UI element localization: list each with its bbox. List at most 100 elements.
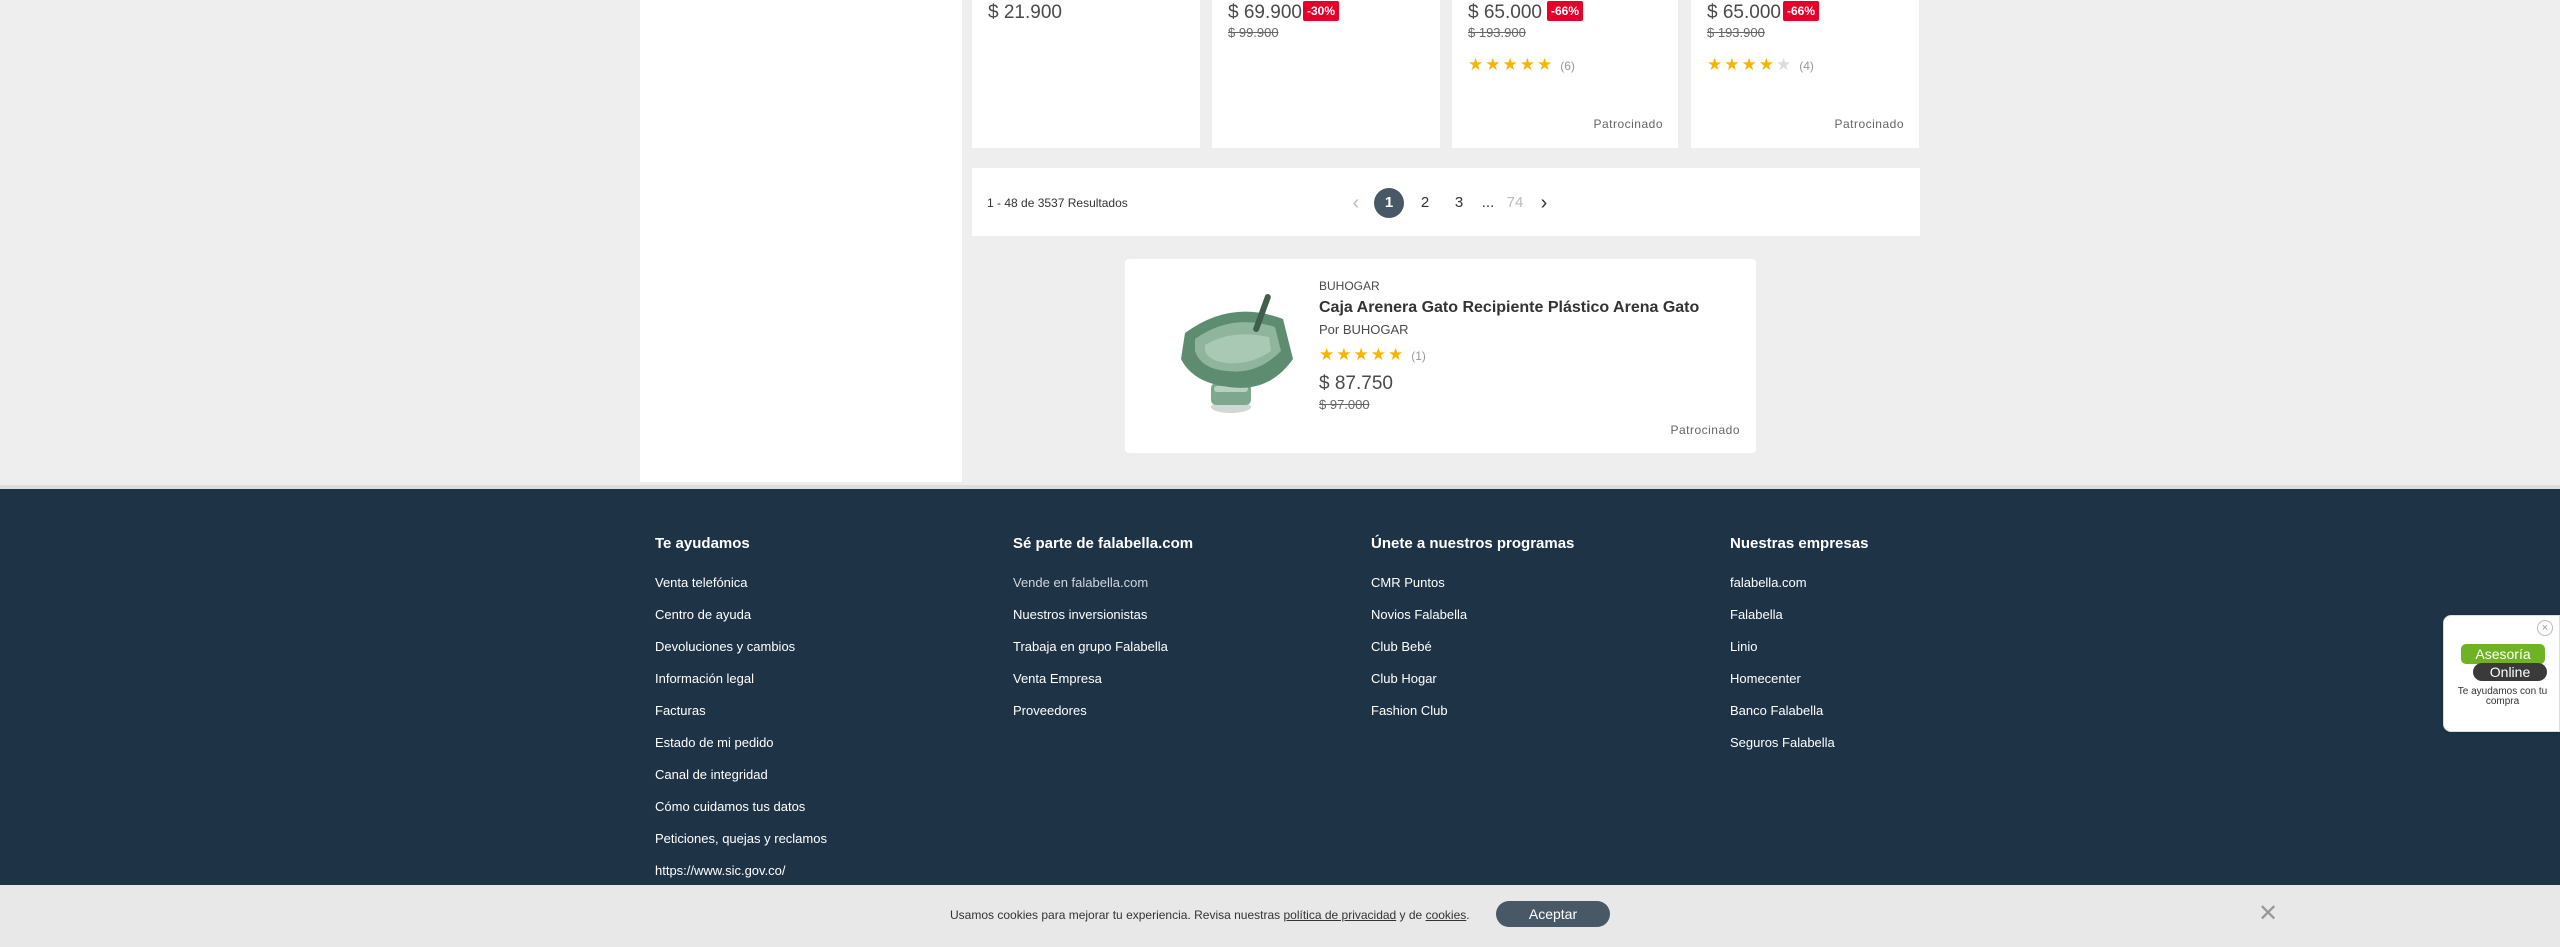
page-ellipsis: ...: [1481, 194, 1495, 211]
chevron-right-icon[interactable]: ›: [1530, 188, 1558, 218]
footer-link[interactable]: Trabaja en grupo Falabella: [1013, 639, 1193, 671]
footer-link[interactable]: Venta Empresa: [1013, 671, 1193, 703]
footer-link[interactable]: Canal de integridad: [655, 767, 827, 799]
discount-badge: -30%: [1303, 1, 1340, 21]
star-icon: ★: [1502, 55, 1520, 74]
star-icon: ★: [1485, 55, 1503, 74]
star-icon: ★: [1468, 55, 1486, 74]
footer-link[interactable]: falabella.com: [1730, 575, 1868, 607]
product-price: $ 21.900: [988, 2, 1062, 23]
featured-product-card[interactable]: BUHOGAR Caja Arenera Gato Recipiente Plá…: [1125, 259, 1756, 453]
filters-sidebar: [640, 0, 962, 482]
footer-link[interactable]: Club Bebé: [1371, 639, 1574, 671]
privacy-policy-link[interactable]: política de privacidad: [1283, 908, 1396, 922]
logo-line-1: Asesoría: [2475, 646, 2530, 662]
footer-link[interactable]: Nuestros inversionistas: [1013, 607, 1193, 639]
footer-heading: Nuestras empresas: [1730, 535, 1869, 552]
rating-stars: ★★★★★ (6): [1468, 55, 1575, 75]
sponsored-label: Patrocinado: [1593, 117, 1663, 131]
product-old-price: $ 193.900: [1468, 25, 1526, 40]
close-icon[interactable]: ✕: [2258, 899, 2278, 928]
accept-cookies-button[interactable]: Aceptar: [1496, 901, 1610, 927]
footer-link[interactable]: Linio: [1730, 639, 1868, 671]
cookie-text-middle: y de: [1396, 908, 1426, 922]
star-icon: ★: [1724, 55, 1742, 74]
product-price: $ 87.750: [1319, 373, 1393, 394]
chat-widget[interactable]: × Asesoría Online Te ayudamos con tu com…: [2443, 615, 2560, 732]
product-card[interactable]: $ 65.000 -66% $ 193.900 ★★★★★ (6) Patroci…: [1452, 0, 1678, 148]
product-seller: Por BUHOGAR: [1319, 322, 1409, 337]
footer-heading: Únete a nuestros programas: [1371, 535, 1575, 552]
rating-stars: ★★★★★ (4): [1707, 55, 1814, 75]
pagination-bar: 1 - 48 de 3537 Resultados ‹ 1 2 3 ... 74…: [972, 168, 1920, 236]
results-count: 1 - 48 de 3537 Resultados: [987, 196, 1128, 210]
star-icon: ★: [1519, 55, 1537, 74]
product-old-price: $ 97.000: [1319, 397, 1370, 412]
page-link[interactable]: 2: [1408, 188, 1442, 218]
footer-link[interactable]: Fashion Club: [1371, 703, 1574, 735]
footer-link[interactable]: Venta telefónica: [655, 575, 827, 607]
discount-badge: -66%: [1547, 1, 1584, 21]
footer-link[interactable]: Centro de ayuda: [655, 607, 827, 639]
rating-stars: ★★★★★ (1): [1319, 345, 1426, 365]
chat-caption: Te ayudamos con tu compra: [2457, 686, 2548, 707]
product-card[interactable]: $ 65.000 -66% $ 193.900 ★★★★★ (4) Patroci…: [1691, 0, 1919, 148]
footer-column-companies: Nuestras empresas falabella.com Falabell…: [1730, 535, 1868, 767]
footer-link[interactable]: Falabella: [1730, 607, 1868, 639]
review-count: (4): [1799, 59, 1814, 73]
results-area: $ 21.900 $ 69.900 -30% $ 99.900 $ 65.000…: [0, 0, 2560, 487]
cookie-message: Usamos cookies para mejorar tu experienc…: [950, 908, 1470, 922]
site-footer: Te ayudamos Venta telefónica Centro de a…: [0, 485, 2560, 947]
cookie-banner: Usamos cookies para mejorar tu experienc…: [0, 885, 2560, 947]
logo-line-2: Online: [2490, 664, 2531, 680]
footer-heading: Te ayudamos: [655, 535, 750, 552]
product-old-price: $ 99.900: [1228, 25, 1279, 40]
footer-link[interactable]: Seguros Falabella: [1730, 735, 1868, 767]
product-price: $ 65.000: [1468, 2, 1542, 23]
page-link[interactable]: 3: [1442, 188, 1476, 218]
star-icon: ★: [1537, 55, 1555, 74]
product-price: $ 65.000: [1707, 2, 1781, 23]
footer-link[interactable]: Novios Falabella: [1371, 607, 1574, 639]
star-icon: ★: [1741, 55, 1759, 74]
close-icon[interactable]: ×: [2537, 620, 2553, 636]
discount-badge: -66%: [1783, 1, 1820, 21]
footer-link[interactable]: Proveedores: [1013, 703, 1193, 735]
sponsored-label: Patrocinado: [1670, 423, 1740, 437]
footer-link[interactable]: Peticiones, quejas y reclamos: [655, 831, 827, 863]
star-empty-icon: ★: [1776, 55, 1794, 74]
product-price: $ 69.900: [1228, 2, 1302, 23]
review-count: (1): [1411, 349, 1426, 363]
cookie-text-start: Usamos cookies para mejorar tu experienc…: [950, 908, 1284, 922]
footer-heading: Sé parte de falabella.com: [1013, 535, 1194, 552]
footer-link[interactable]: Homecenter: [1730, 671, 1868, 703]
footer-link[interactable]: Vende en falabella.com: [1013, 575, 1193, 607]
sponsored-label: Patrocinado: [1834, 117, 1904, 131]
product-brand: BUHOGAR: [1319, 279, 1380, 293]
footer-link[interactable]: Banco Falabella: [1730, 703, 1868, 735]
star-icon: ★: [1336, 345, 1354, 364]
product-card[interactable]: $ 21.900: [972, 0, 1200, 148]
asesoria-online-logo: Asesoría Online: [2461, 644, 2547, 681]
footer-link[interactable]: Información legal: [655, 671, 827, 703]
star-icon: ★: [1388, 345, 1406, 364]
footer-link[interactable]: Club Hogar: [1371, 671, 1574, 703]
litter-box-image: [1181, 294, 1293, 413]
page-last[interactable]: 74: [1500, 188, 1530, 218]
product-old-price: $ 193.900: [1707, 25, 1765, 40]
cookies-link[interactable]: cookies: [1426, 908, 1467, 922]
footer-link[interactable]: Devoluciones y cambios: [655, 639, 827, 671]
cookie-text-end: .: [1466, 908, 1470, 922]
page-current[interactable]: 1: [1374, 188, 1404, 218]
chevron-left-icon[interactable]: ‹: [1342, 188, 1370, 218]
footer-link[interactable]: Facturas: [655, 703, 827, 735]
star-icon: ★: [1353, 345, 1371, 364]
footer-link[interactable]: Cómo cuidamos tus datos: [655, 799, 827, 831]
product-card[interactable]: $ 69.900 -30% $ 99.900: [1212, 0, 1440, 148]
footer-link[interactable]: CMR Puntos: [1371, 575, 1574, 607]
product-title[interactable]: Caja Arenera Gato Recipiente Plástico Ar…: [1319, 299, 1699, 317]
star-icon: ★: [1370, 345, 1388, 364]
footer-link[interactable]: Estado de mi pedido: [655, 735, 827, 767]
footer-column-join: Sé parte de falabella.com Vende en falab…: [1013, 535, 1193, 735]
footer-column-help: Te ayudamos Venta telefónica Centro de a…: [655, 535, 827, 895]
